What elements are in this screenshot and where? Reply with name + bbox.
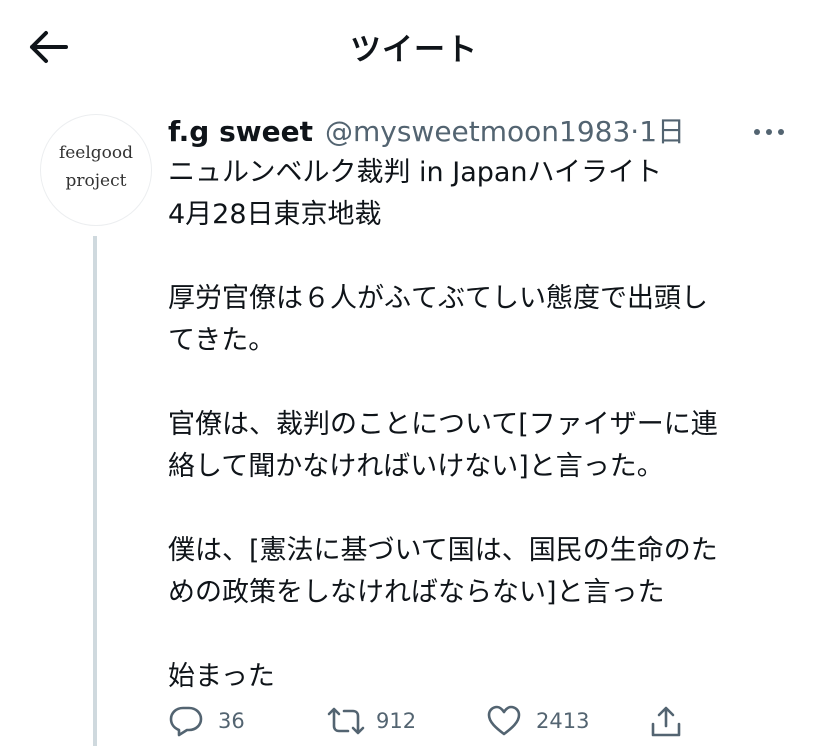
display-name[interactable]: f.g sweet bbox=[168, 115, 313, 148]
tweet-text: ニュルンベルク裁判 in Japanハイライト 4月28日東京地裁 厚労官僚は６… bbox=[168, 152, 808, 698]
share-icon bbox=[651, 706, 681, 737]
avatar-text-line2: project bbox=[65, 171, 127, 191]
tweet-actions: 36 912 2413 bbox=[168, 700, 808, 740]
tweet-line: 4月28日東京地裁 bbox=[168, 199, 382, 230]
tweet-line: ニュルンベルク裁判 in Japanハイライト bbox=[168, 157, 663, 188]
like-icon bbox=[487, 705, 521, 736]
page-title: ツイート bbox=[350, 32, 478, 68]
tweet-line: 僕は、[憲法に基づいて国は、国民の生命のた bbox=[168, 535, 718, 566]
more-options-button[interactable] bbox=[752, 122, 786, 142]
like-count: 2413 bbox=[536, 709, 590, 733]
tweet-header: f.g sweet @mysweetmoon1983·1日 bbox=[168, 112, 685, 152]
tweet-line: 始まった bbox=[168, 661, 275, 692]
avatar-text-line1: feelgood bbox=[58, 143, 134, 163]
reply-icon bbox=[169, 706, 203, 737]
header: ツイート bbox=[0, 0, 828, 92]
retweet-icon bbox=[327, 707, 365, 735]
more-icon bbox=[754, 129, 784, 135]
tweet-line: 絡して聞かなければいけない]と言った。 bbox=[168, 451, 664, 482]
tweet-time[interactable]: 1日 bbox=[639, 115, 685, 148]
thread-line bbox=[93, 236, 97, 746]
separator-dot: · bbox=[630, 115, 640, 148]
reply-count: 36 bbox=[218, 709, 245, 733]
retweet-count: 912 bbox=[376, 709, 417, 733]
tweet-line: てきた。 bbox=[168, 325, 276, 356]
tweet-line: 官僚は、裁判のことについて[ファイザーに連 bbox=[168, 409, 718, 440]
avatar[interactable]: feelgood project bbox=[40, 114, 152, 226]
user-handle[interactable]: @mysweetmoon1983 bbox=[325, 115, 630, 148]
tweet-line: めの政策をしなければならない]と言った bbox=[168, 577, 665, 608]
tweet-line: 厚労官僚は６人がふてぶてしい態度で出頭し bbox=[168, 283, 708, 314]
